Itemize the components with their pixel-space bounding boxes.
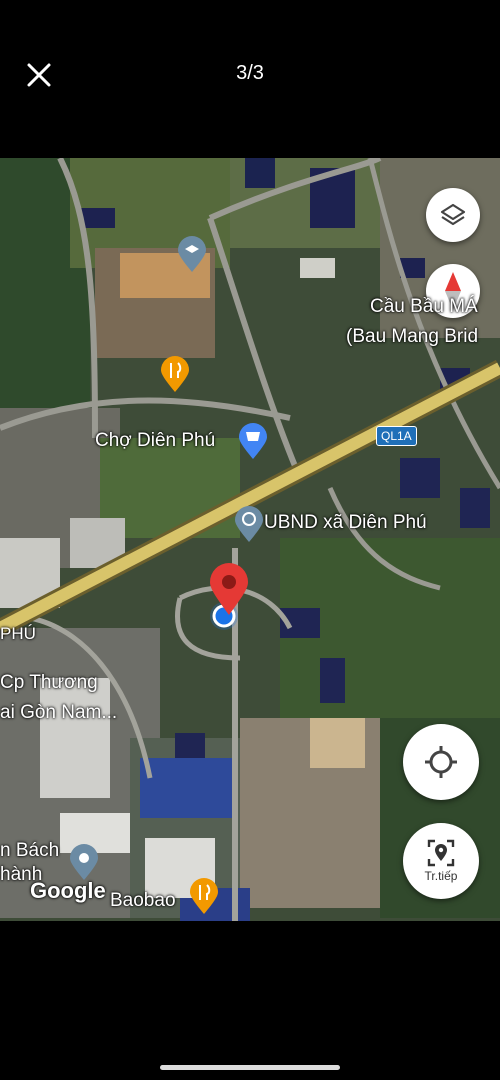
crosshair-icon bbox=[425, 746, 457, 778]
place-poi-icon[interactable] bbox=[70, 844, 98, 885]
image-counter: 3/3 bbox=[236, 62, 264, 84]
my-location-button[interactable] bbox=[403, 724, 479, 800]
baobao-label[interactable]: Baobao bbox=[110, 890, 176, 912]
cho-dien-phu-label[interactable]: Chợ Diên Phú bbox=[95, 430, 215, 452]
layers-button[interactable] bbox=[426, 188, 480, 242]
home-indicator[interactable] bbox=[160, 1065, 340, 1070]
live-view-label: Tr.tiếp bbox=[424, 869, 458, 883]
government-poi-icon[interactable] bbox=[235, 506, 263, 547]
bottom-bar bbox=[0, 921, 500, 1080]
baobao-restaurant-icon[interactable] bbox=[190, 878, 218, 919]
cp-thuong-label[interactable]: Cp Thương bbox=[0, 672, 98, 694]
shopping-poi-icon[interactable] bbox=[239, 423, 267, 464]
bau-mang-bridge-label: (Bau Mang Brid bbox=[346, 326, 479, 347]
phu-label: PHÚ bbox=[0, 624, 36, 643]
live-view-icon bbox=[427, 839, 455, 867]
school-poi-icon[interactable] bbox=[178, 236, 206, 277]
ql1a-shield: QL1A bbox=[376, 426, 417, 446]
ubnd-label[interactable]: UBND xã Diên Phú bbox=[264, 512, 427, 534]
selected-location-pin-icon[interactable] bbox=[210, 563, 248, 620]
cau-bau-mang-label: Cầu Bầu MÁ bbox=[370, 296, 478, 317]
restaurant-poi-icon[interactable] bbox=[161, 356, 189, 397]
layers-icon bbox=[440, 203, 466, 226]
top-bar: 3/3 bbox=[0, 0, 500, 158]
satellite-map[interactable]: Cầu Bầu MÁ (Bau Mang Brid Chợ Diên Phú Q… bbox=[0, 158, 500, 921]
live-view-button[interactable]: Tr.tiếp bbox=[403, 823, 479, 899]
sai-gon-nam-label[interactable]: ai Gòn Nam... bbox=[0, 702, 117, 724]
bach-label[interactable]: n Bách bbox=[0, 840, 59, 862]
